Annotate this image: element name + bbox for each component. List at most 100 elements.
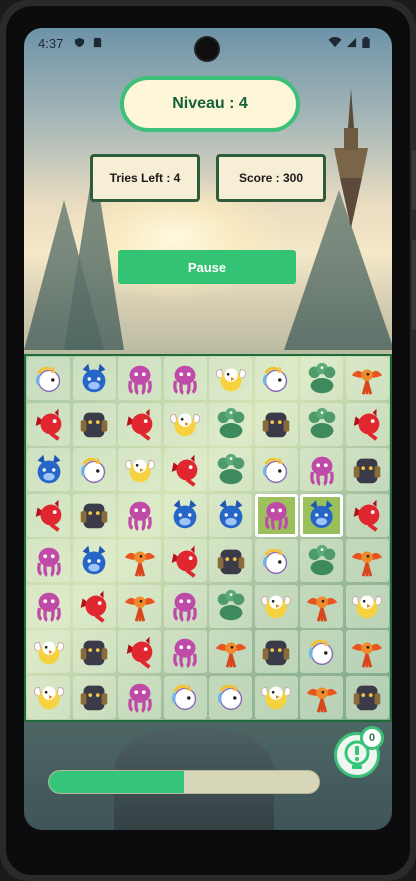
unicorn-icon	[262, 365, 288, 392]
tile-phoenix[interactable]	[118, 584, 161, 628]
tile-dragon[interactable]	[27, 402, 70, 446]
tile-griffin[interactable]	[254, 584, 298, 628]
tile-octopus[interactable]	[163, 584, 207, 628]
tile-hydra[interactable]	[209, 402, 252, 446]
octopus-icon	[264, 502, 288, 531]
dragon-icon	[35, 499, 61, 532]
hint-count-badge: 0	[360, 726, 384, 750]
sd-card-icon	[93, 37, 102, 48]
tile-dragon[interactable]	[118, 630, 161, 673]
unicorn-icon	[80, 456, 106, 483]
octopus-icon	[173, 638, 197, 668]
tile-octopus[interactable]	[27, 584, 70, 628]
tile-phoenix[interactable]	[118, 539, 161, 582]
tile-dragon[interactable]	[345, 493, 389, 537]
tile-griffin[interactable]	[345, 584, 389, 628]
tile-griffin[interactable]	[118, 448, 161, 491]
tile-dragon[interactable]	[163, 448, 207, 491]
tile-wolf[interactable]	[72, 357, 116, 400]
tile-golem[interactable]	[254, 402, 298, 446]
tile-hydra[interactable]	[209, 448, 252, 491]
tile-dragon[interactable]	[118, 402, 161, 446]
wifi-icon	[328, 37, 342, 48]
tile-phoenix[interactable]	[300, 675, 343, 719]
tile-dragon[interactable]	[163, 539, 207, 582]
tile-phoenix[interactable]	[345, 539, 389, 582]
tile-dragon[interactable]	[345, 402, 389, 446]
tile-octopus[interactable]	[163, 630, 207, 673]
floating-castle-image	[334, 88, 368, 228]
griffin-icon	[169, 413, 201, 437]
dragon-icon	[126, 408, 152, 441]
wolf-icon	[173, 499, 197, 529]
tile-wolf[interactable]	[27, 448, 70, 491]
tile-phoenix[interactable]	[345, 357, 389, 400]
tile-golem[interactable]	[254, 630, 298, 673]
unicorn-icon	[171, 683, 197, 711]
wolf-icon	[82, 363, 106, 392]
golem-icon	[80, 503, 108, 529]
battery-icon	[362, 37, 370, 48]
tile-hydra[interactable]	[209, 584, 252, 628]
phoenix-icon	[351, 642, 383, 668]
tile-unicorn[interactable]	[254, 539, 298, 582]
tile-octopus[interactable]	[118, 493, 161, 537]
unicorn-icon	[262, 456, 288, 483]
hydra-icon	[308, 544, 335, 575]
tile-griffin[interactable]	[209, 357, 252, 400]
tile-phoenix[interactable]	[345, 630, 389, 673]
phoenix-icon	[306, 687, 337, 713]
tile-golem[interactable]	[72, 402, 116, 446]
tile-golem[interactable]	[72, 493, 116, 537]
griffin-icon	[33, 641, 64, 664]
tile-dragon[interactable]	[27, 493, 70, 537]
tile-golem[interactable]	[209, 539, 252, 582]
tile-golem[interactable]	[345, 675, 389, 719]
tile-unicorn[interactable]	[300, 630, 343, 673]
tile-wolf[interactable]	[72, 539, 116, 582]
tile-unicorn[interactable]	[163, 675, 207, 719]
golem-icon	[262, 412, 290, 438]
tile-dragon[interactable]	[72, 584, 116, 628]
golem-icon	[80, 640, 108, 665]
tile-griffin[interactable]	[163, 402, 207, 446]
tile-golem[interactable]	[345, 448, 389, 491]
tile-hydra[interactable]	[300, 357, 343, 400]
tile-unicorn[interactable]	[72, 448, 116, 491]
tile-griffin[interactable]	[27, 630, 70, 673]
tile-octopus[interactable]	[163, 357, 207, 400]
tile-octopus[interactable]	[118, 675, 161, 719]
tile-wolf[interactable]	[300, 493, 343, 537]
tile-hydra[interactable]	[300, 539, 343, 582]
tile-hydra[interactable]	[300, 402, 343, 446]
dragon-icon	[126, 636, 152, 669]
tile-unicorn[interactable]	[209, 675, 252, 719]
level-label: Niveau : 4	[172, 95, 248, 112]
wolf-icon	[219, 499, 242, 529]
power-button	[412, 150, 416, 210]
octopus-icon	[173, 365, 197, 395]
tile-unicorn[interactable]	[27, 357, 70, 400]
level-indicator: Niveau : 4	[120, 76, 300, 132]
griffin-icon	[33, 686, 64, 710]
tile-golem[interactable]	[72, 675, 116, 719]
tile-octopus[interactable]	[118, 357, 161, 400]
tile-octopus[interactable]	[300, 448, 343, 491]
pause-button[interactable]: Pause	[118, 250, 296, 284]
tile-unicorn[interactable]	[254, 448, 298, 491]
phoenix-icon	[351, 369, 383, 395]
tile-unicorn[interactable]	[254, 357, 298, 400]
tile-phoenix[interactable]	[300, 584, 343, 628]
tile-golem[interactable]	[72, 630, 116, 673]
octopus-icon	[127, 365, 152, 395]
tile-octopus[interactable]	[27, 539, 70, 582]
front-camera	[196, 38, 218, 60]
tile-griffin[interactable]	[254, 675, 298, 719]
octopus-icon	[127, 683, 152, 713]
wolf-icon	[82, 545, 106, 574]
tile-wolf[interactable]	[209, 493, 252, 537]
tile-octopus[interactable]	[254, 493, 298, 537]
tile-griffin[interactable]	[27, 675, 70, 719]
tile-wolf[interactable]	[163, 493, 207, 537]
tile-phoenix[interactable]	[209, 630, 252, 673]
